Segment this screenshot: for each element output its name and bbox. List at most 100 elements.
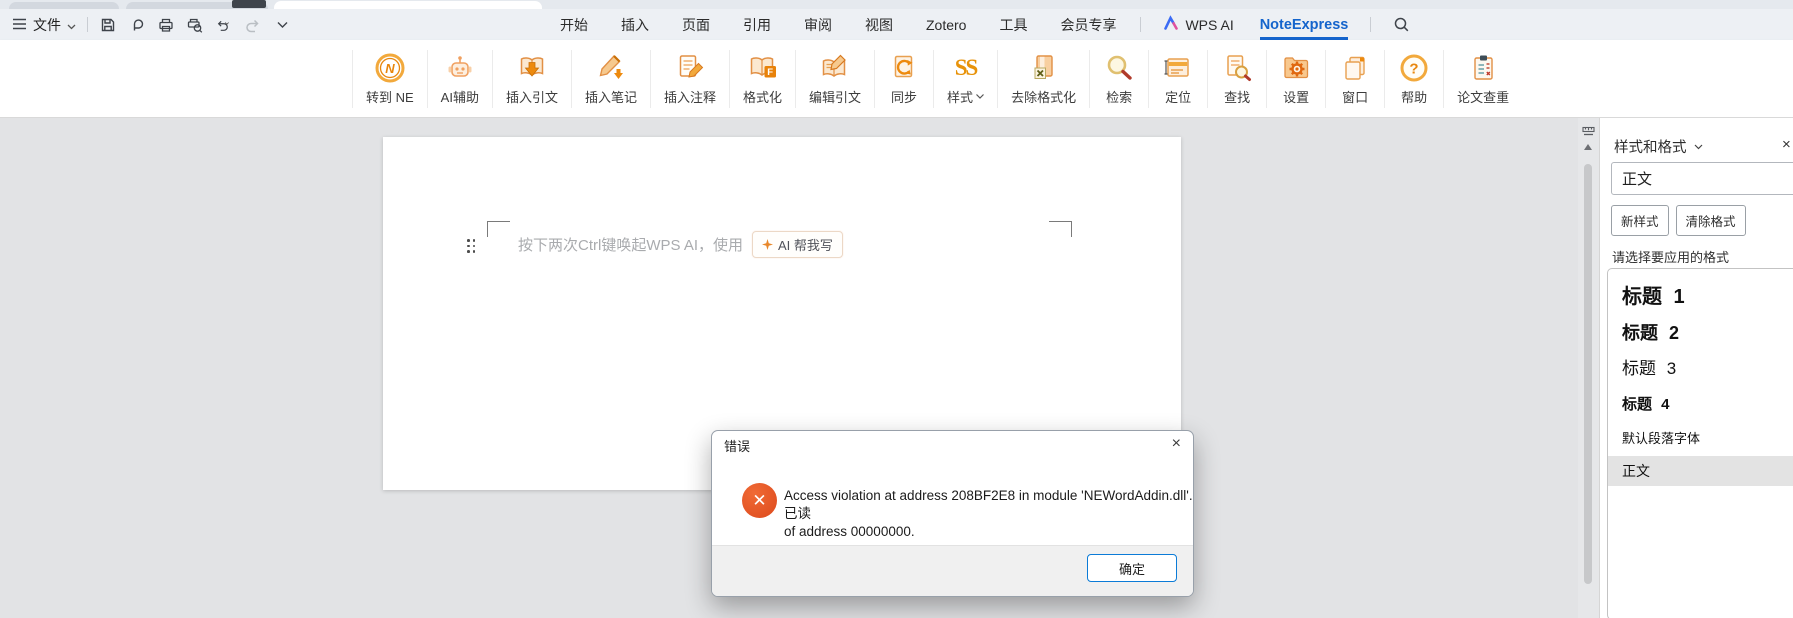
ribbon-button-style[interactable]: SS 样式 (934, 46, 997, 112)
ribbon-button-label: 检索 (1106, 89, 1133, 105)
sync-icon (888, 52, 920, 84)
style-item-heading3[interactable]: 标题 3 (1608, 351, 1793, 387)
print-icon[interactable] (157, 16, 175, 34)
ribbon-button-window[interactable]: 窗口 (1326, 46, 1384, 112)
redo-icon[interactable] (244, 16, 262, 34)
tab-insert[interactable]: 插入 (621, 15, 649, 35)
ribbon-button-label: 论文查重 (1457, 89, 1510, 105)
ai-help-write-button[interactable]: AI 帮我写 (752, 231, 843, 258)
tab-review[interactable]: 审阅 (804, 15, 832, 35)
ribbon-button-plagiarism-check[interactable]: 论文查重 (1444, 46, 1522, 112)
paragraph-drag-handle[interactable] (467, 239, 477, 257)
ok-button[interactable]: 确定 (1087, 554, 1177, 582)
ribbon-button-insert-note[interactable]: 插入笔记 (572, 46, 650, 112)
edit-citation-icon (819, 52, 851, 84)
tab-view[interactable]: 视图 (865, 15, 893, 35)
file-menu-button[interactable]: 文件 (12, 15, 76, 35)
ribbon-button-label: 同步 (891, 89, 918, 105)
panel-close-icon[interactable]: × (1782, 136, 1791, 153)
insert-annotation-icon (674, 52, 706, 84)
window-icon (1339, 52, 1371, 84)
ribbon-button-label: 插入笔记 (584, 89, 637, 105)
ribbon-button-insert-annotation[interactable]: 插入注释 (651, 46, 729, 112)
ribbon-button-label: 插入注释 (664, 89, 717, 105)
ribbon-button-label: AI辅助 (440, 89, 479, 105)
ribbon-button-find[interactable]: 查找 (1208, 46, 1266, 112)
retrieve-search-icon (1103, 52, 1135, 84)
plagiarism-check-icon (1467, 52, 1499, 84)
style-item-heading4[interactable]: 标题 4 (1608, 387, 1793, 422)
error-icon: ✕ (742, 483, 777, 518)
ribbon-button-label: 定位 (1165, 89, 1192, 105)
clear-format-button[interactable]: 清除格式 (1675, 205, 1746, 236)
chevron-down-icon (976, 93, 984, 99)
ai-placeholder-text: 按下两次Ctrl键唤起WPS AI，使用 (518, 237, 744, 254)
error-message: Access violation at address 208BF2E8 in … (784, 487, 1193, 541)
error-message-line1: Access violation at address 208BF2E8 in … (784, 488, 1193, 521)
style-item-heading1[interactable]: 标题 1 (1608, 279, 1793, 315)
dialog-title: 错误 (724, 438, 751, 454)
format-icon: F (747, 52, 779, 84)
ruler-toggle-icon[interactable] (1582, 124, 1595, 142)
search-icon[interactable] (1393, 16, 1410, 33)
ribbon-button-remove-format[interactable]: 去除格式化 (998, 46, 1089, 112)
wps-ai-logo-icon (1163, 15, 1179, 34)
ribbon-button-insert-citation[interactable]: 插入引文 (493, 46, 571, 112)
print-preview-icon[interactable] (186, 16, 204, 34)
ribbon-button-ai-assist[interactable]: AI辅助 (428, 46, 492, 112)
sparkle-icon (762, 239, 774, 250)
tab-home[interactable]: 开始 (560, 15, 588, 35)
ribbon-button-help[interactable]: ? 帮助 (1385, 46, 1443, 112)
style-item-heading2[interactable]: 标题 2 (1608, 315, 1793, 351)
tab-tools[interactable]: 工具 (999, 15, 1027, 35)
wps-writer-window: 文件 开始 插入 页面 引用 审阅 视图 Zotero 工具 会员专享 WPS … (0, 0, 1793, 618)
tab-wps-ai[interactable]: WPS AI (1163, 15, 1234, 34)
ribbon-button-label: 设置 (1283, 89, 1310, 105)
scroll-up-arrow[interactable] (1584, 144, 1592, 150)
svg-text:F: F (767, 67, 773, 78)
divider (87, 17, 88, 32)
undo-icon[interactable] (215, 16, 233, 34)
ribbon-button-retrieve[interactable]: 检索 (1090, 46, 1148, 112)
ribbon-button-label: 查找 (1224, 89, 1251, 105)
ribbon-button-goto-ne[interactable]: N 转到 NE (353, 46, 427, 112)
settings-gear-icon (1280, 52, 1312, 84)
chevron-down-icon[interactable] (1694, 144, 1703, 150)
divider (1370, 17, 1372, 32)
tab-zotero[interactable]: Zotero (926, 17, 966, 33)
ribbon-button-format[interactable]: F 格式化 (730, 46, 795, 112)
save-icon[interactable] (99, 16, 117, 34)
ribbon-button-label: 去除格式化 (1011, 89, 1077, 105)
panel-title: 样式和格式 (1614, 140, 1687, 156)
export-icon[interactable] (128, 16, 146, 34)
new-style-button[interactable]: 新样式 (1611, 205, 1669, 236)
dialog-close-icon[interactable]: × (1172, 436, 1181, 452)
error-message-line2: of address 00000000. (784, 524, 915, 539)
style-item-body-selected[interactable]: 正文 (1608, 456, 1793, 486)
tab-member[interactable]: 会员专享 (1060, 15, 1116, 35)
document-scrollbar (1578, 118, 1599, 618)
more-commands-icon[interactable] (273, 16, 291, 34)
help-icon: ? (1398, 52, 1430, 84)
tab-references[interactable]: 引用 (743, 15, 771, 35)
insert-note-icon (595, 52, 627, 84)
tab-noteexpress[interactable]: NoteExpress (1259, 17, 1348, 40)
style-item-default-font[interactable]: 默认段落字体 (1608, 422, 1793, 456)
error-dialog: 错误 × ✕ Access violation at address 208BF… (711, 430, 1194, 597)
current-style-input[interactable]: 正文 (1611, 162, 1793, 195)
margin-mark (487, 221, 510, 237)
scrollbar-thumb[interactable] (1584, 164, 1592, 584)
ribbon-button-settings[interactable]: 设置 (1267, 46, 1325, 112)
dialog-footer: 确定 (712, 545, 1193, 596)
remove-format-icon (1028, 52, 1060, 84)
tab-page[interactable]: 页面 (682, 15, 710, 35)
ribbon-button-locate[interactable]: 定位 (1149, 46, 1207, 112)
ribbon-button-sync[interactable]: 同步 (875, 46, 933, 112)
ribbon-button-label: 窗口 (1342, 89, 1369, 105)
noteexpress-ribbon: N 转到 NE AI辅助 插入引文 插入笔记 插入注释 F 格式化 编辑引文 同… (0, 40, 1793, 118)
chevron-down-icon (67, 17, 76, 33)
ribbon-button-label: 转到 NE (366, 89, 414, 105)
find-icon (1221, 52, 1253, 84)
insert-citation-icon (516, 52, 548, 84)
ribbon-button-edit-citation[interactable]: 编辑引文 (796, 46, 874, 112)
